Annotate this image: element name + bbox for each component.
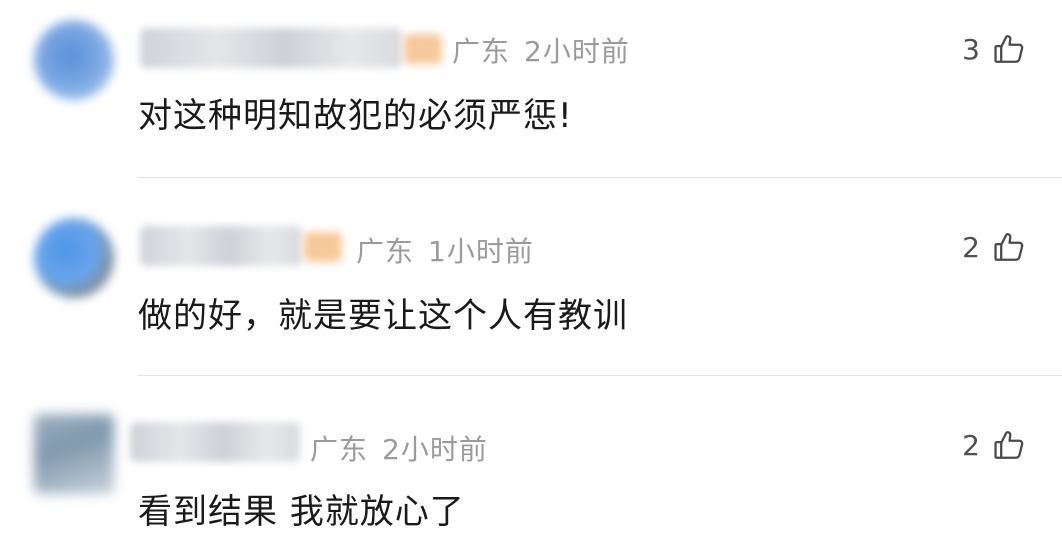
comment-text: 对这种明知故犯的必须严惩! xyxy=(138,96,573,136)
thumbs-up-icon[interactable] xyxy=(992,428,1026,462)
avatar[interactable] xyxy=(34,218,114,298)
thumbs-up-icon[interactable] xyxy=(992,230,1026,264)
comment-item: 广东 2小时前 2 看到结果 我就放心了 xyxy=(0,376,1062,552)
thumbs-up-icon[interactable] xyxy=(992,32,1026,66)
avatar[interactable] xyxy=(34,414,114,494)
like-count: 2 xyxy=(962,230,980,264)
vip-badge-blurred xyxy=(304,232,342,262)
avatar[interactable] xyxy=(34,20,114,100)
comment-text: 做的好，就是要让这个人有教训 xyxy=(138,296,628,336)
username-blurred[interactable] xyxy=(140,226,302,266)
comment-location: 广东 xyxy=(310,433,369,466)
comment-text: 看到结果 我就放心了 xyxy=(138,492,465,532)
comment-location: 广东 xyxy=(356,235,415,268)
like-button[interactable]: 3 xyxy=(962,32,1026,66)
like-count: 3 xyxy=(962,32,980,66)
comment-meta: 广东 1小时前 xyxy=(356,230,534,270)
comment-time: 1小时前 xyxy=(428,235,534,268)
comment-item: 广东 1小时前 2 做的好，就是要让这个人有教训 xyxy=(0,178,1062,376)
comment-meta: 广东 2小时前 xyxy=(310,428,488,468)
comment-location: 广东 xyxy=(452,35,511,68)
like-button[interactable]: 2 xyxy=(962,428,1026,462)
username-blurred[interactable] xyxy=(130,422,300,462)
like-count: 2 xyxy=(962,428,980,462)
comment-time: 2小时前 xyxy=(524,35,630,68)
comment-time: 2小时前 xyxy=(382,433,488,466)
username-blurred[interactable] xyxy=(140,28,402,68)
like-button[interactable]: 2 xyxy=(962,230,1026,264)
comment-meta: 广东 2小时前 xyxy=(452,30,630,70)
vip-badge-blurred xyxy=(404,34,442,64)
comment-item: 广东 2小时前 3 对这种明知故犯的必须严惩! xyxy=(0,0,1062,178)
